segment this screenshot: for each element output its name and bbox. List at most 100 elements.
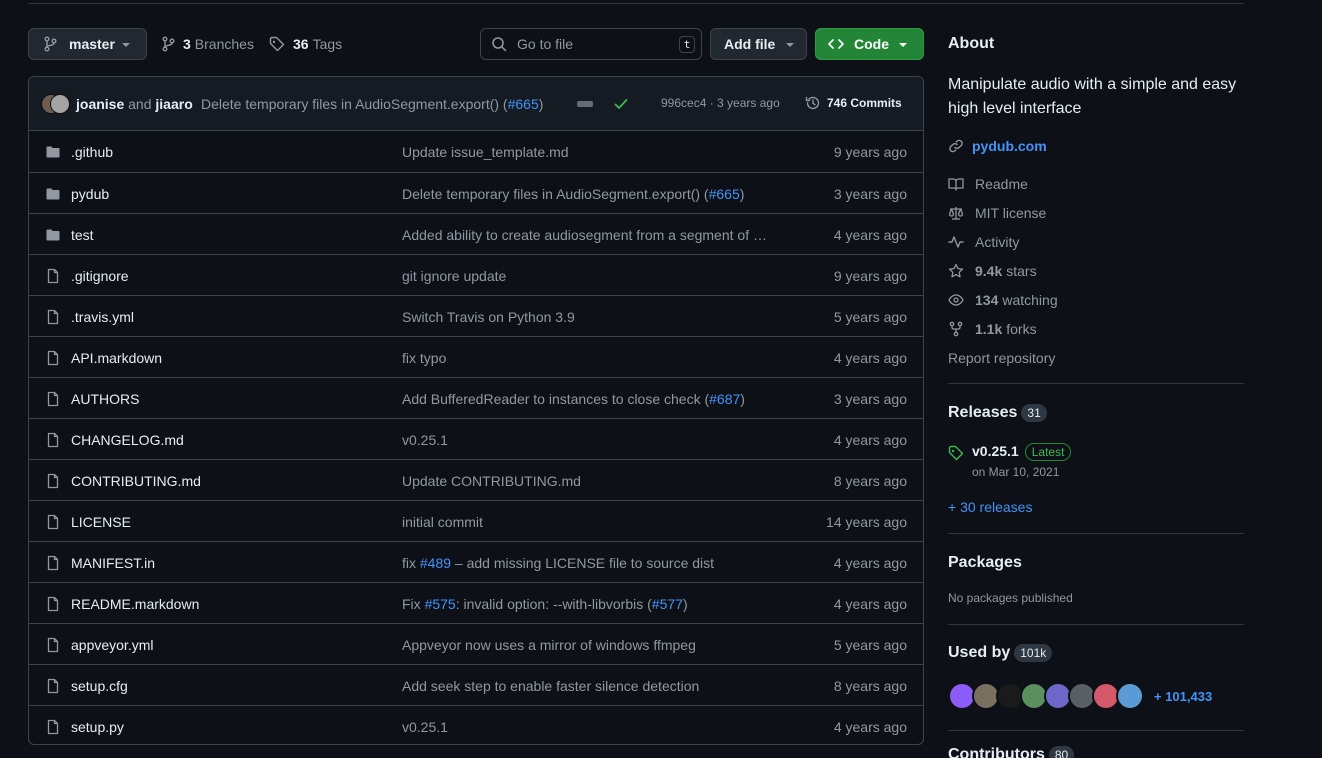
file-name-link[interactable]: README.markdown: [71, 596, 199, 612]
check-icon[interactable]: [613, 96, 629, 112]
file-name-link[interactable]: setup.py: [71, 719, 124, 735]
commit-message-text[interactable]: ): [740, 391, 745, 407]
releases-heading[interactable]: Releases 31: [948, 404, 1047, 422]
code-button[interactable]: Code: [815, 28, 924, 60]
stars-link[interactable]: 9.4k stars: [948, 263, 1037, 279]
branches-link[interactable]: 3 Branches: [161, 28, 254, 60]
add-file-button[interactable]: Add file: [710, 28, 807, 60]
file-commit-message[interactable]: Add BufferedReader to instances to close…: [402, 391, 745, 407]
file-commit-message[interactable]: Fix #575: invalid option: --with-libvorb…: [402, 596, 688, 612]
file-row[interactable]: API.markdown fix typo 4 years ago: [29, 336, 923, 377]
author-link[interactable]: jiaaro: [155, 96, 192, 112]
file-name-link[interactable]: LICENSE: [71, 514, 131, 530]
pr-link[interactable]: #665: [508, 96, 539, 112]
file-name-link[interactable]: pydub: [71, 186, 109, 202]
file-name-link[interactable]: .gitignore: [71, 268, 129, 284]
packages-heading[interactable]: Packages: [948, 554, 1022, 572]
file-commit-message[interactable]: initial commit: [402, 514, 483, 530]
file-row[interactable]: test Added ability to create audiosegment…: [29, 213, 923, 254]
issue-link[interactable]: #687: [709, 391, 740, 407]
file-row[interactable]: .github Update issue_template.md 9 years a…: [29, 131, 923, 172]
file-commit-message[interactable]: Add seek step to enable faster silence d…: [402, 678, 699, 694]
divider: [948, 383, 1244, 384]
file-row[interactable]: .gitignore git ignore update 9 years ago: [29, 254, 923, 295]
file-row[interactable]: pydub Delete temporary files in AudioSegm…: [29, 172, 923, 213]
file-commit-message[interactable]: fix typo: [402, 350, 446, 366]
file-row[interactable]: CHANGELOG.md v0.25.1 4 years ago: [29, 418, 923, 459]
release-tag[interactable]: v0.25.1: [972, 443, 1019, 459]
go-to-file-input[interactable]: Go to file t: [480, 28, 702, 60]
latest-release[interactable]: v0.25.1 Latest on Mar 10, 2021: [948, 443, 1072, 479]
file-name-link[interactable]: AUTHORS: [71, 391, 139, 407]
file-commit-message[interactable]: v0.25.1: [402, 432, 448, 448]
file-commit-message[interactable]: Update CONTRIBUTING.md: [402, 473, 581, 489]
file-commit-message[interactable]: Switch Travis on Python 3.9: [402, 309, 575, 325]
commit-message-text[interactable]: – add missing LICENSE file to source dis…: [451, 555, 714, 571]
issue-link[interactable]: #665: [709, 186, 740, 202]
file-row[interactable]: CONTRIBUTING.md Update CONTRIBUTING.md 8 y…: [29, 459, 923, 500]
file-name-link[interactable]: test: [71, 227, 94, 243]
website-link[interactable]: pydub.com: [948, 138, 1047, 154]
readme-link[interactable]: Readme: [948, 176, 1028, 192]
issue-link[interactable]: #489: [420, 555, 451, 571]
report-repository-link[interactable]: Report repository: [948, 350, 1055, 366]
file-commit-message[interactable]: Update issue_template.md: [402, 144, 569, 160]
file-commit-message[interactable]: git ignore update: [402, 268, 506, 284]
file-row[interactable]: README.markdown Fix #575: invalid option:…: [29, 582, 923, 623]
activity-link[interactable]: Activity: [948, 234, 1019, 250]
commit-message-text[interactable]: Delete temporary files in AudioSegment.e…: [201, 96, 508, 112]
file-commit-message[interactable]: Delete temporary files in AudioSegment.e…: [402, 186, 744, 202]
commit-avatars[interactable]: [41, 94, 71, 114]
file-commit-message[interactable]: fix #489 – add missing LICENSE file to s…: [402, 555, 714, 571]
commits-history-link[interactable]: 746 Commits: [805, 95, 902, 111]
commit-message-text[interactable]: Add BufferedReader to instances to close…: [402, 391, 709, 407]
file-name-link[interactable]: appveyor.yml: [71, 637, 153, 653]
issue-link[interactable]: #575: [425, 596, 456, 612]
branch-selector-button[interactable]: master: [28, 28, 147, 60]
license-link[interactable]: MIT license: [948, 205, 1046, 221]
file-commit-message[interactable]: v0.25.1: [402, 719, 448, 735]
latest-badge: Latest: [1024, 443, 1072, 461]
commit-message-text[interactable]: : invalid option: --with-libvorbis (: [456, 596, 652, 612]
file-commit-message[interactable]: Added ability to create audiosegment fro…: [402, 227, 767, 243]
website-label[interactable]: pydub.com: [972, 138, 1047, 154]
file-name-link[interactable]: setup.cfg: [71, 678, 128, 694]
watchers-link[interactable]: 134 watching: [948, 292, 1058, 308]
releases-count-badge: 31: [1021, 404, 1047, 422]
commit-hash-age[interactable]: 996cec4 · 3 years ago: [661, 96, 780, 110]
commit-message-text[interactable]: Fix: [402, 596, 425, 612]
used-by-heading[interactable]: Used by 101k: [948, 644, 1053, 662]
file-row[interactable]: AUTHORS Add BufferedReader to instances t…: [29, 377, 923, 418]
author-link[interactable]: joanise: [76, 96, 124, 112]
file-row[interactable]: .travis.yml Switch Travis on Python 3.9 5 …: [29, 295, 923, 336]
contributors-heading[interactable]: Contributors 80: [948, 746, 1075, 758]
commit-message-text[interactable]: fix: [402, 555, 420, 571]
expand-message-button[interactable]: [577, 101, 593, 107]
file-name-link[interactable]: API.markdown: [71, 350, 162, 366]
file-name-link[interactable]: .travis.yml: [71, 309, 134, 325]
file-name-link[interactable]: .github: [71, 144, 113, 160]
issue-link[interactable]: #577: [652, 596, 683, 612]
file-row[interactable]: appveyor.yml Appveyor now uses a mirror o…: [29, 623, 923, 664]
file-row[interactable]: setup.py v0.25.1 4 years ago: [29, 705, 923, 744]
commit-message-text[interactable]: Delete temporary files in AudioSegment.e…: [402, 186, 709, 202]
more-dependents-link[interactable]: + 101,433: [1154, 689, 1212, 704]
file-commit-message[interactable]: Appveyor now uses a mirror of windows ff…: [402, 637, 696, 653]
more-releases-link[interactable]: + 30 releases: [948, 499, 1032, 515]
commit-message-text[interactable]: ): [683, 596, 688, 612]
file-name-link[interactable]: CHANGELOG.md: [71, 432, 184, 448]
tags-link[interactable]: 36 Tags: [269, 28, 342, 60]
commits-count: 746 Commits: [827, 96, 902, 110]
file-icon: [45, 596, 61, 612]
file-name-link[interactable]: CONTRIBUTING.md: [71, 473, 201, 489]
commit-message[interactable]: Delete temporary files in AudioSegment.e…: [201, 96, 543, 112]
file-name-link[interactable]: MANIFEST.in: [71, 555, 155, 571]
file-row[interactable]: LICENSE initial commit 14 years ago: [29, 500, 923, 541]
commit-message-text[interactable]: ): [740, 186, 745, 202]
file-row[interactable]: MANIFEST.in fix #489 – add missing LICENS…: [29, 541, 923, 582]
chevron-down-icon: [786, 43, 794, 47]
forks-link[interactable]: 1.1k forks: [948, 321, 1037, 337]
file-row[interactable]: setup.cfg Add seek step to enable faster …: [29, 664, 923, 705]
stars-count: 9.4k: [975, 263, 1003, 279]
dependents-avatars[interactable]: + 101,433: [948, 682, 1212, 710]
